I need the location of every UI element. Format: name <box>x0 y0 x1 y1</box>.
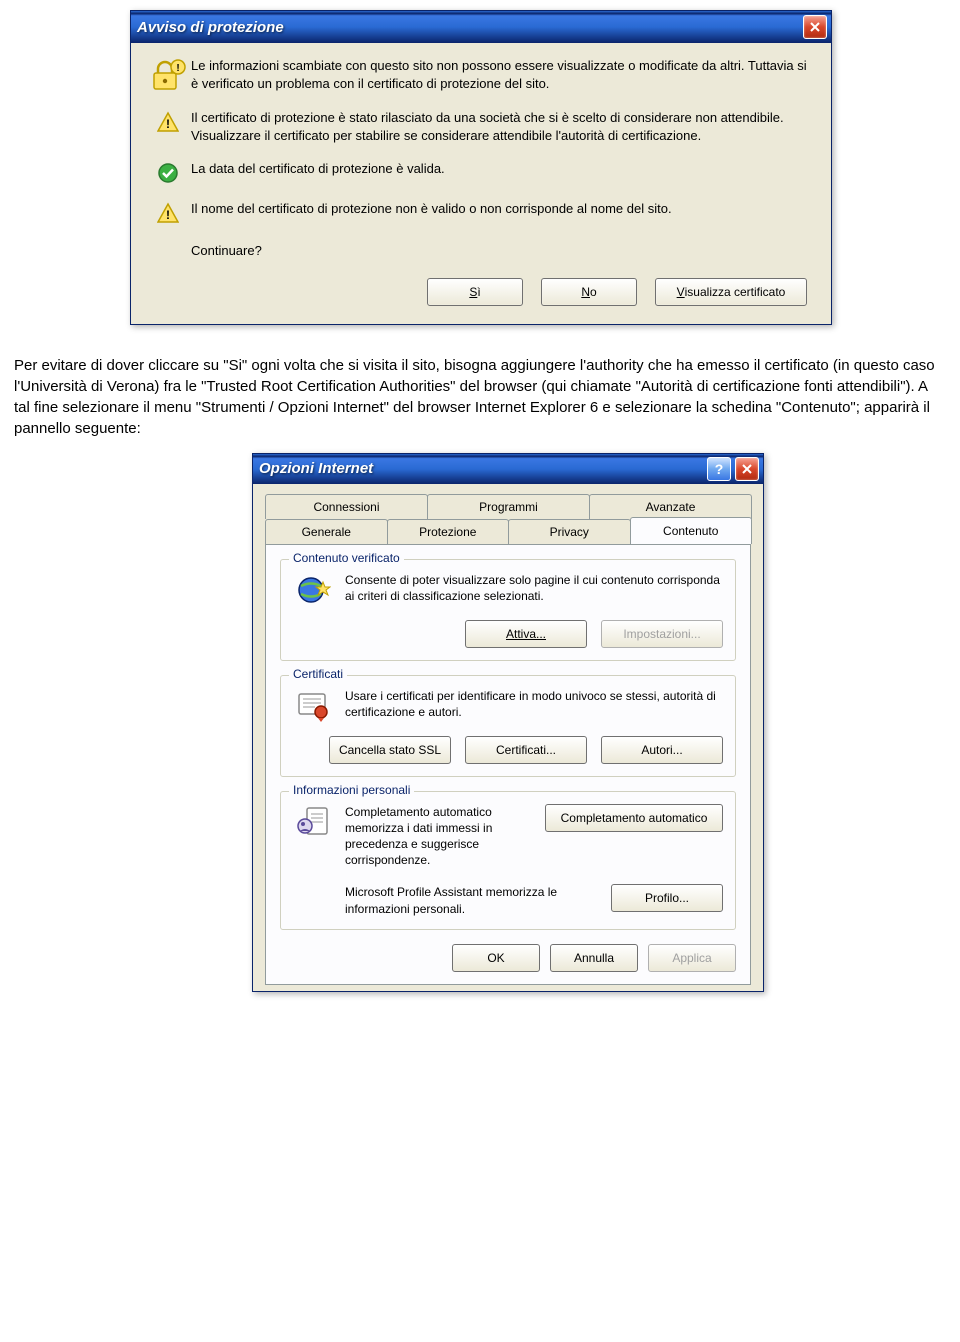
svg-text:!: ! <box>166 208 170 222</box>
warning-row-2: ! Il nome del certificato di protezione … <box>145 200 817 224</box>
view-certificate-button[interactable]: Visualizza certificato <box>655 278 807 306</box>
tab-connessioni[interactable]: Connessioni <box>265 494 428 519</box>
group-legend: Informazioni personali <box>289 783 414 797</box>
continue-text: Continuare? <box>145 242 817 260</box>
titlebar: Avviso di protezione <box>131 11 831 43</box>
group-content-advisor: Contenuto verificato Consente di poter v… <box>280 559 736 661</box>
security-alert-dialog: Avviso di protezione ! Le informazioni s… <box>130 10 832 325</box>
tab-row-top: Connessioni Programmi Avanzate <box>265 494 751 519</box>
lock-warning-icon: ! <box>150 57 186 93</box>
certificates-button[interactable]: Certificati... <box>465 736 587 764</box>
tabs-area: Connessioni Programmi Avanzate Generale … <box>253 484 763 991</box>
no-button[interactable]: No <box>541 278 637 306</box>
internet-options-dialog: Opzioni Internet ? Connessioni Programmi… <box>252 453 764 992</box>
main-info-row: ! Le informazioni scambiate con questo s… <box>145 57 817 93</box>
ok-button[interactable]: OK <box>452 944 540 972</box>
tab-privacy[interactable]: Privacy <box>508 519 631 544</box>
help-icon: ? <box>715 461 724 477</box>
help-button[interactable]: ? <box>707 457 731 481</box>
dialog-body: ! Le informazioni scambiate con questo s… <box>131 43 831 324</box>
warning-icon: ! <box>157 111 179 133</box>
warning-row-1: ! Il certificato di protezione è stato r… <box>145 109 817 144</box>
checkmark-icon <box>157 162 179 184</box>
enable-button[interactable]: Attiva... <box>465 620 587 648</box>
apply-button: Applica <box>648 944 736 972</box>
close-icon <box>741 463 753 475</box>
group-certificates: Certificati Usare i certificati per iden… <box>280 675 736 777</box>
tab-row-bottom: Generale Protezione Privacy Contenuto <box>265 519 751 544</box>
dialog-footer: OK Annulla Applica <box>280 944 736 972</box>
profile-text: Microsoft Profile Assistant memorizza le… <box>345 884 599 916</box>
autocomplete-text: Completamento automatico memorizza i dat… <box>345 804 533 869</box>
valid-row: La data del certificato di protezione è … <box>145 160 817 184</box>
dialog-title: Opzioni Internet <box>259 460 373 477</box>
button-row: Sì No Visualizza certificato <box>145 278 817 306</box>
settings-button: Impostazioni... <box>601 620 723 648</box>
tab-protezione[interactable]: Protezione <box>387 519 510 544</box>
main-text: Le informazioni scambiate con questo sit… <box>191 57 817 93</box>
tab-avanzate[interactable]: Avanzate <box>589 494 752 519</box>
close-button[interactable] <box>735 457 759 481</box>
certificate-icon <box>295 688 331 724</box>
valid-text: La data del certificato di protezione è … <box>191 160 817 184</box>
group-text: Usare i certificati per identificare in … <box>345 688 723 720</box>
close-button[interactable] <box>803 15 827 39</box>
globe-star-icon <box>295 572 331 608</box>
profile-button[interactable]: Profilo... <box>611 884 723 912</box>
document-paragraph: Per evitare di dover cliccare su "Si" og… <box>14 355 946 439</box>
warning-text-2: Il nome del certificato di protezione no… <box>191 200 817 224</box>
group-legend: Certificati <box>289 667 347 681</box>
tab-body: Contenuto verificato Consente di poter v… <box>265 544 751 985</box>
cancel-button[interactable]: Annulla <box>550 944 638 972</box>
svg-text:!: ! <box>176 63 179 74</box>
warning-text-1: Il certificato di protezione è stato ril… <box>191 109 817 144</box>
autocomplete-icon <box>295 804 331 840</box>
group-personal-info: Informazioni personali Compl <box>280 791 736 930</box>
titlebar: Opzioni Internet ? <box>253 454 763 484</box>
dialog-title: Avviso di protezione <box>137 19 284 36</box>
group-text: Consente di poter visualizzare solo pagi… <box>345 572 723 604</box>
warning-icon: ! <box>157 202 179 224</box>
authors-button[interactable]: Autori... <box>601 736 723 764</box>
close-icon <box>809 21 821 33</box>
clear-ssl-button[interactable]: Cancella stato SSL <box>329 736 451 764</box>
tab-programmi[interactable]: Programmi <box>427 494 590 519</box>
tab-contenuto[interactable]: Contenuto <box>630 517 753 544</box>
yes-button[interactable]: Sì <box>427 278 523 306</box>
group-legend: Contenuto verificato <box>289 551 404 565</box>
autocomplete-button[interactable]: Completamento automatico <box>545 804 723 832</box>
svg-text:!: ! <box>166 117 170 131</box>
tab-generale[interactable]: Generale <box>265 519 388 544</box>
